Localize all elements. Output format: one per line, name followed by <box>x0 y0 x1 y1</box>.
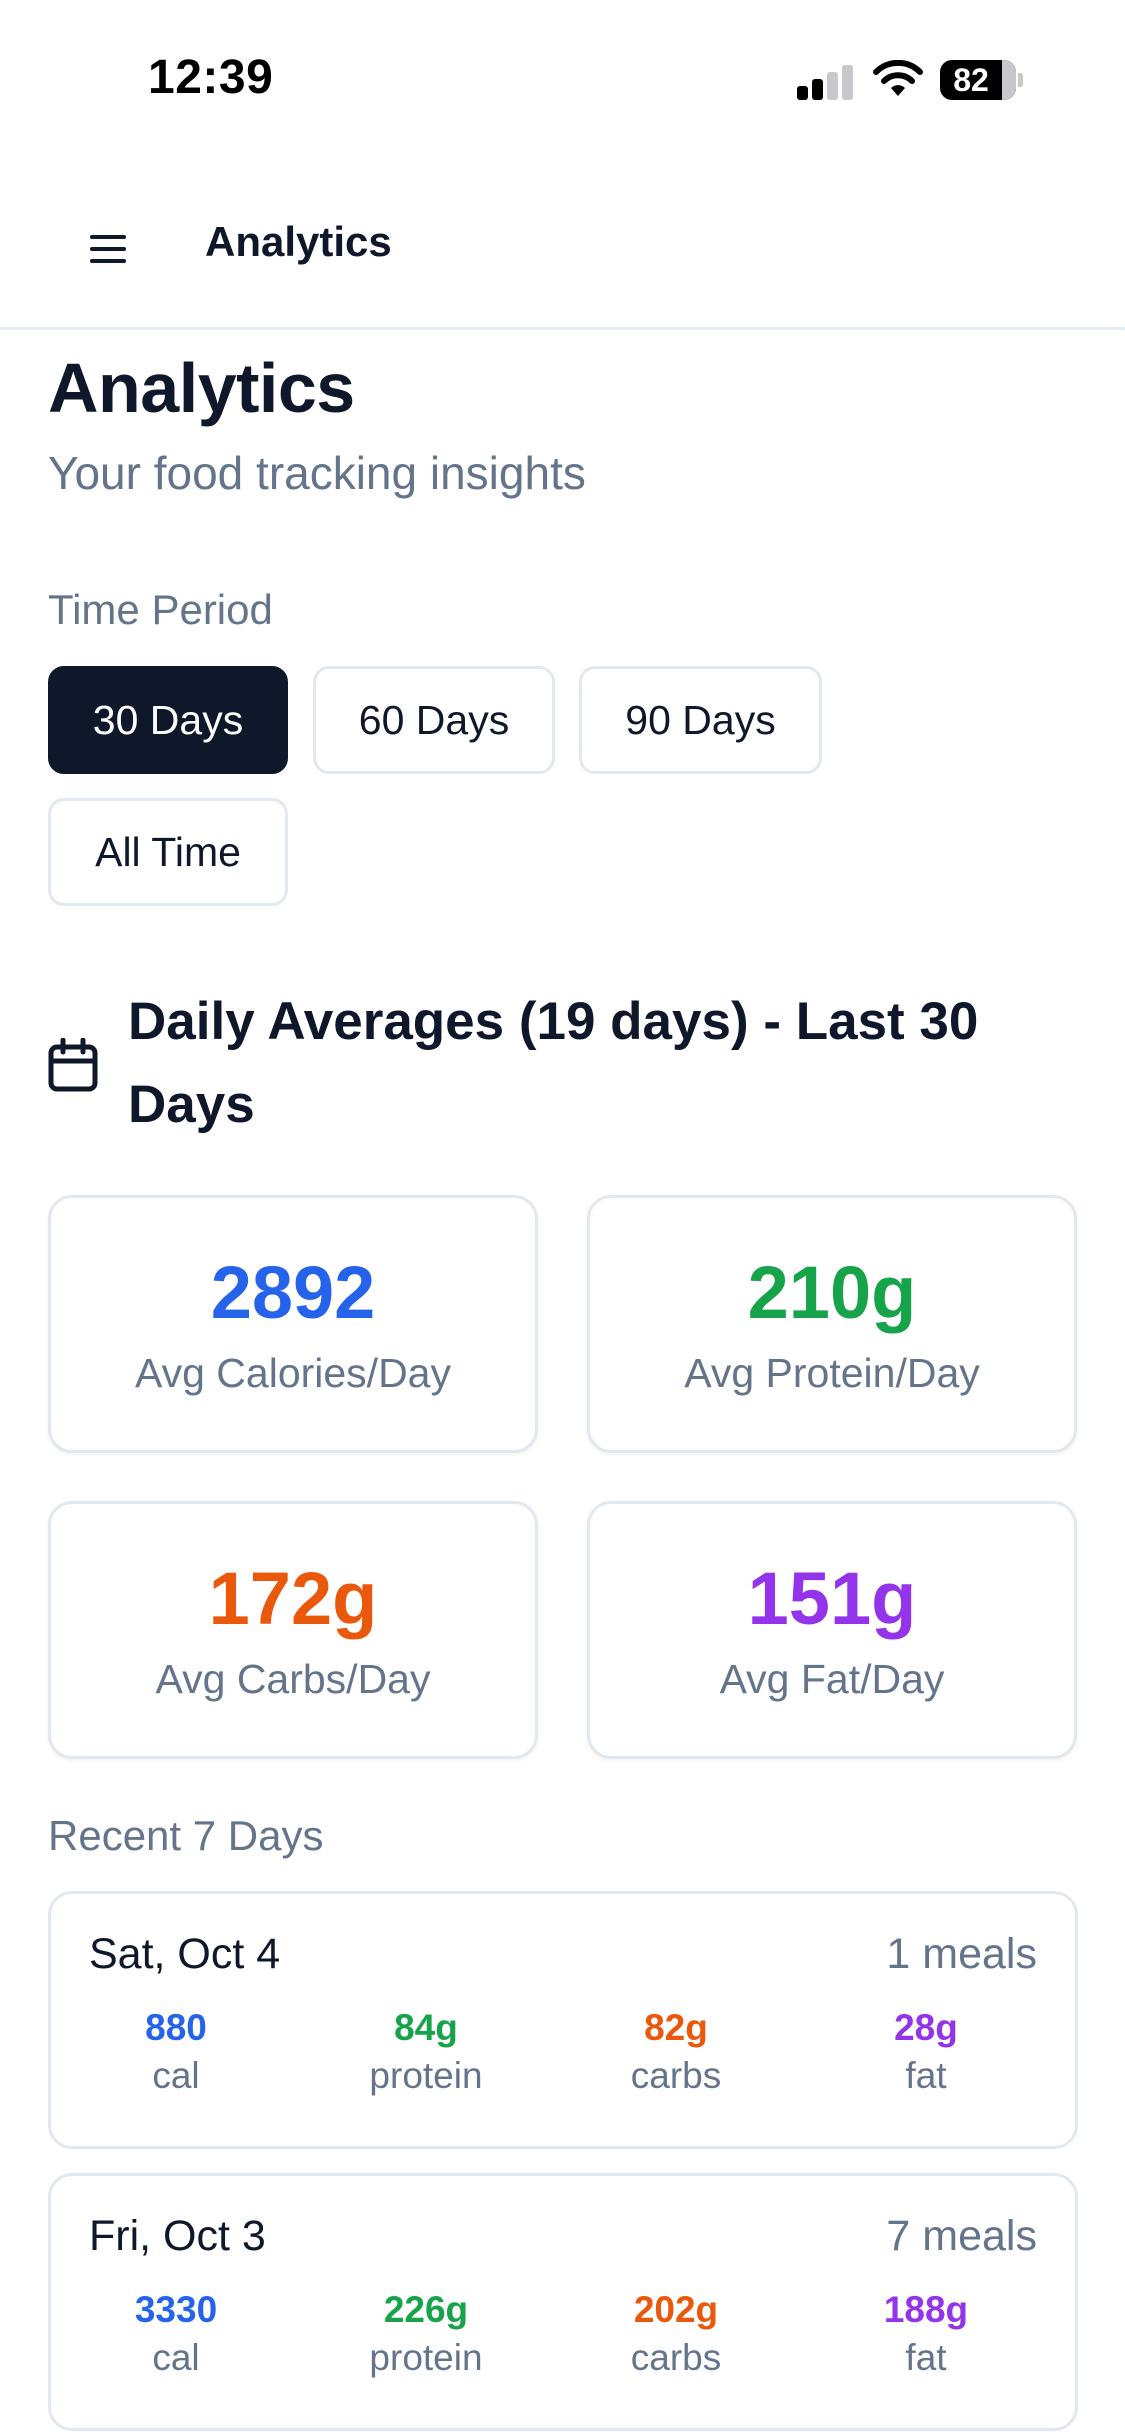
avg-fat-card: 151g Avg Fat/Day <box>587 1501 1077 1759</box>
day-card-oct-4[interactable]: Sat, Oct 4 1 meals 880 cal 84g protein 8… <box>48 1891 1078 2149</box>
period-button-60-days[interactable]: 60 Days <box>313 666 555 774</box>
hamburger-menu-icon[interactable] <box>76 224 140 274</box>
day-protein: 84g protein <box>301 2004 551 2100</box>
calories-label: cal <box>152 2055 200 2096</box>
fat-label: fat <box>905 2337 947 2378</box>
carbs-value: 202g <box>633 2289 719 2330</box>
battery-icon: 82 <box>940 60 1023 100</box>
recent-days-label: Recent 7 Days <box>48 1812 324 1859</box>
carbs-label: carbs <box>630 2337 722 2378</box>
top-navigation-bar: Analytics <box>0 160 1125 330</box>
cellular-signal-icon <box>797 64 855 100</box>
status-bar: 12:39 82 <box>0 0 1125 160</box>
wifi-icon <box>872 59 924 100</box>
fat-label: fat <box>905 2055 947 2096</box>
day-meals-count: 7 meals <box>886 2212 1037 2260</box>
daily-averages-header: Daily Averages (19 days) - Last 30 Days <box>48 980 1078 1150</box>
calories-label: cal <box>152 2337 200 2378</box>
page-title: Analytics <box>48 349 355 427</box>
period-button-90-days[interactable]: 90 Days <box>579 666 822 774</box>
avg-protein-card: 210g Avg Protein/Day <box>587 1195 1077 1453</box>
carbs-value: 82g <box>644 2007 708 2048</box>
day-protein: 226g protein <box>301 2286 551 2382</box>
avg-carbs-card: 172g Avg Carbs/Day <box>48 1501 538 1759</box>
avg-fat-value: 151g <box>747 1557 917 1640</box>
page-subtitle: Your food tracking insights <box>48 447 586 499</box>
avg-protein-label: Avg Protein/Day <box>684 1350 980 1396</box>
calories-value: 3330 <box>134 2289 218 2330</box>
fat-value: 28g <box>894 2007 958 2048</box>
protein-label: protein <box>369 2055 483 2096</box>
day-carbs: 82g carbs <box>551 2004 801 2100</box>
fat-value: 188g <box>883 2289 969 2330</box>
avg-fat-label: Avg Fat/Day <box>719 1656 945 1702</box>
daily-averages-title: Daily Averages (19 days) - Last 30 Days <box>128 992 979 1134</box>
protein-label: protein <box>369 2337 483 2378</box>
avg-protein-value: 210g <box>747 1251 917 1334</box>
day-date: Fri, Oct 3 <box>89 2212 266 2260</box>
day-date: Sat, Oct 4 <box>89 1930 281 1978</box>
avg-carbs-value: 172g <box>208 1557 378 1640</box>
battery-level: 82 <box>953 62 989 98</box>
day-fat: 188g fat <box>801 2286 1051 2382</box>
status-time: 12:39 <box>148 51 274 104</box>
day-calories: 3330 cal <box>51 2286 301 2382</box>
nav-title: Analytics <box>205 218 392 265</box>
period-button-all-time[interactable]: All Time <box>48 798 288 906</box>
period-button-30-days[interactable]: 30 Days <box>48 666 288 774</box>
day-meals-count: 1 meals <box>886 1930 1037 1978</box>
protein-value: 84g <box>394 2007 458 2048</box>
day-carbs: 202g carbs <box>551 2286 801 2382</box>
time-period-label: Time Period <box>48 586 273 633</box>
calories-value: 880 <box>145 2007 207 2048</box>
avg-carbs-label: Avg Carbs/Day <box>155 1656 431 1702</box>
day-fat: 28g fat <box>801 2004 1051 2100</box>
avg-calories-value: 2892 <box>210 1251 376 1334</box>
day-calories: 880 cal <box>51 2004 301 2100</box>
carbs-label: carbs <box>630 2055 722 2096</box>
avg-calories-card: 2892 Avg Calories/Day <box>48 1195 538 1453</box>
protein-value: 226g <box>383 2289 469 2330</box>
calendar-icon <box>48 1037 98 1092</box>
avg-calories-label: Avg Calories/Day <box>135 1350 451 1396</box>
day-card-oct-3[interactable]: Fri, Oct 3 7 meals 3330 cal 226g protein… <box>48 2173 1078 2431</box>
